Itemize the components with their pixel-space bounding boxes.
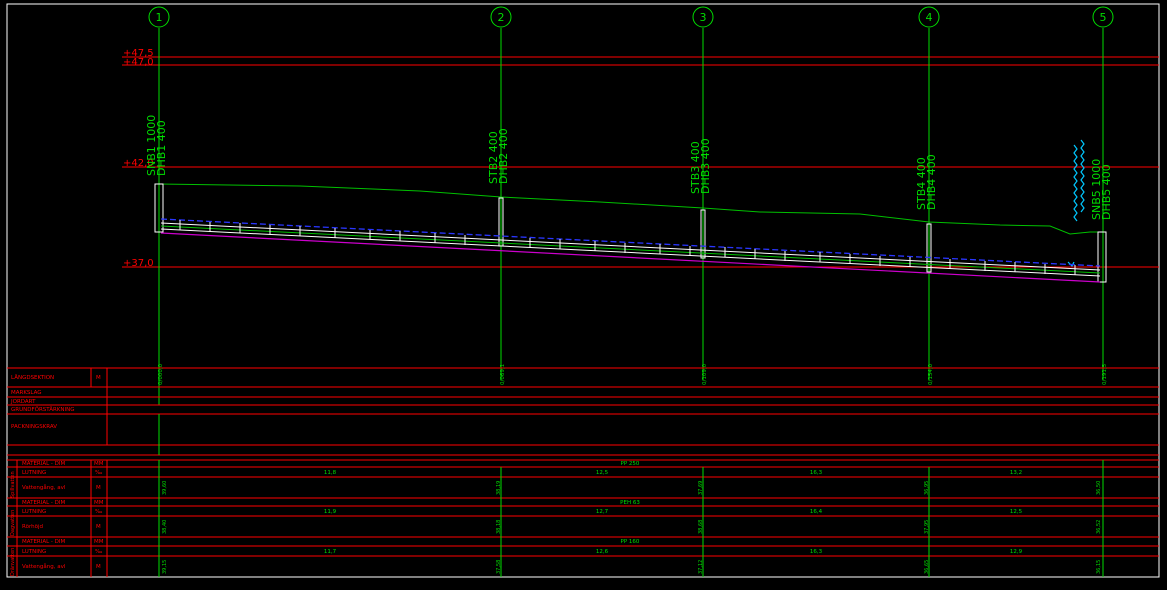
row-label: LUTNING (22, 509, 46, 515)
section-side-label: Spillvatten (10, 471, 16, 498)
level-value: 36,52 (1096, 520, 1102, 534)
slope-value: 16,4 (810, 509, 823, 515)
level-value: 39,15 (162, 560, 168, 574)
slope-value: 11,9 (324, 509, 337, 515)
level-value: 36,65 (924, 560, 930, 574)
section-dranvatten: Dränvatten MATERIAL - DIM MM PP 160 LUTN… (10, 539, 1102, 576)
slope-value: 12,6 (596, 549, 609, 555)
section-dagvatten: Dagvatten MATERIAL - DIM MM PEH 63 LUTNI… (10, 500, 1102, 536)
level-value: 37,95 (924, 520, 930, 534)
row-label: Rörhöjd (22, 524, 43, 530)
slope-value: 13,2 (1010, 470, 1022, 476)
row-unit: MM (94, 461, 104, 467)
slope-value: 12,7 (596, 509, 609, 515)
slope-value: 12,5 (1010, 509, 1023, 515)
station-number: 2 (498, 11, 505, 24)
level-value: 36,95 (924, 481, 930, 495)
well-label: DHB2 400 (497, 128, 510, 184)
well-label: DHB3 400 (699, 138, 712, 194)
row-label: PACKNINGSKRAV (11, 424, 57, 430)
material-value: PP 250 (621, 461, 640, 467)
well-label: DHB1 400 (155, 120, 168, 176)
row-label: LUTNING (22, 470, 46, 476)
material-value: PP 160 (621, 539, 640, 545)
row-unit: M (96, 485, 101, 491)
row-label: MATERIAL - DIM (22, 539, 66, 545)
row-unit: M (96, 524, 101, 530)
chainage-label: 0/154,0 (928, 363, 934, 385)
slope-value: 16,3 (810, 549, 823, 555)
level-value: 36,50 (1096, 481, 1102, 495)
level-value: 37,69 (698, 481, 704, 495)
chainage-label: 0/000,0 (158, 363, 164, 385)
row-unit: ‰ (95, 470, 103, 476)
row-unit: ‰ (95, 549, 103, 555)
chainage-label: 0/109,0 (702, 363, 708, 385)
row-unit: ‰ (95, 509, 103, 515)
well-label: DHB4 400 (925, 154, 938, 210)
elevation-lines (122, 56, 1159, 268)
chainage-label: 0/069,1 (500, 364, 506, 385)
chainage-label: 0/191,5 (1102, 363, 1108, 385)
slope-value: 12,5 (596, 470, 609, 476)
level-value: 37,58 (496, 560, 502, 574)
row-unit: M (96, 564, 101, 570)
section-side-label: Dränvatten (10, 548, 16, 576)
level-value: 38,18 (496, 520, 502, 534)
pipes (160, 218, 1101, 283)
table-station-ticks (158, 414, 1104, 577)
row-label: JORDART (10, 399, 36, 405)
station-number: 1 (156, 11, 163, 24)
station-number: 5 (1100, 11, 1107, 24)
section-side-label: Dagvatten (10, 510, 16, 536)
level-value: 39,60 (162, 481, 168, 495)
level-value: 38,68 (698, 520, 704, 534)
level-label: +37,0 (123, 258, 154, 269)
row-label: Vattengång, avl (22, 563, 66, 570)
level-value: 38,19 (496, 481, 502, 495)
slope-value: 11,7 (324, 549, 337, 555)
drawing-frame (6, 3, 1160, 578)
station-number: 4 (926, 11, 933, 24)
station-number: 3 (700, 11, 707, 24)
row-unit: MM (94, 500, 104, 506)
profile-table (7, 367, 1159, 577)
level-value: 36,15 (1096, 560, 1102, 574)
material-value: PEH 63 (620, 500, 640, 506)
row-label: Vattengång, avl (22, 484, 66, 491)
level-value: 38,40 (162, 520, 168, 534)
station-markers: 1 2 3 4 5 (148, 6, 1114, 28)
slope-value: 11,8 (324, 470, 337, 476)
level-value: 37,12 (698, 560, 704, 574)
row-label: LUTNING (22, 549, 46, 555)
row-label: LÄNGDSEKTION (11, 374, 54, 381)
row-unit: MM (94, 539, 104, 545)
row-label: GRUNDFÖRSTÄRKNING (11, 406, 75, 413)
level-label: +47,0 (123, 57, 154, 68)
slope-value: 12,9 (1010, 549, 1023, 555)
annotation-marks (1067, 139, 1085, 268)
slope-value: 16,3 (810, 470, 823, 476)
row-label: MATERIAL - DIM (22, 500, 66, 506)
row-unit: M (96, 375, 101, 381)
profile-drawing: +47,5 +47,0 +42,0 +37,0 1 2 3 4 5 SNB1 1… (6, 3, 1160, 578)
row-label: MARKSLAG (11, 390, 42, 396)
row-label: MATERIAL - DIM (22, 461, 66, 467)
well-label: DHB5 400 (1100, 164, 1113, 220)
station-lines (158, 28, 1104, 405)
